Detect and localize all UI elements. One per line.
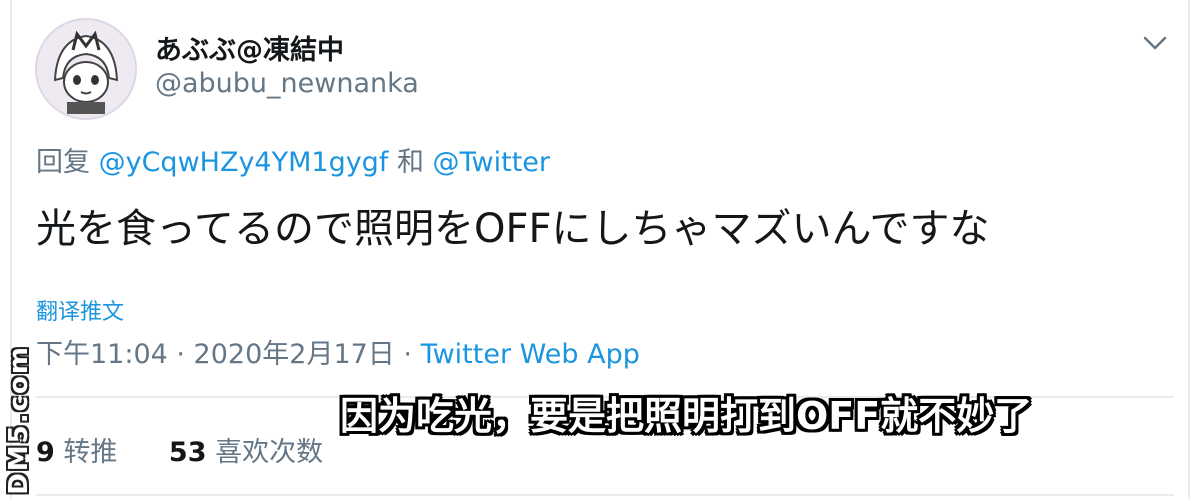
tweet-meta: 下午11:04 · 2020年2月17日 · Twitter Web App (36, 332, 640, 371)
card-border-right (1188, 0, 1190, 499)
tweet-card: あぶぶ@凍結中 @abubu_newnanka 回复 @yCqwHZy4YM1g… (0, 0, 1200, 499)
reply-twitter-link[interactable]: @Twitter (433, 147, 551, 178)
anime-avatar-icon (37, 20, 135, 118)
divider (36, 494, 1174, 496)
reply-context: 回复 @yCqwHZy4YM1gygf 和 @Twitter (36, 140, 550, 179)
like-count: 53 (168, 437, 207, 468)
translate-tweet-link[interactable]: 翻译推文 (36, 294, 124, 326)
like-label: 喜欢次数 (215, 437, 324, 468)
reply-and: 和 (396, 147, 424, 178)
avatar[interactable] (35, 18, 137, 120)
display-name[interactable]: あぶぶ@凍結中 (155, 28, 344, 67)
like-stat[interactable]: 53 喜欢次数 (169, 437, 323, 468)
chevron-down-icon[interactable] (1140, 30, 1170, 56)
site-watermark: DM5.com (4, 345, 34, 495)
reply-user-link[interactable]: @yCqwHZy4YM1gygf (99, 147, 389, 178)
tweet-timestamp[interactable]: 下午11:04 · 2020年2月17日 · (36, 339, 412, 370)
reply-prefix: 回复 (36, 147, 90, 178)
tweet-text: 光を食ってるので照明をOFFにしちゃマズいんですな (36, 206, 990, 252)
retweet-label: 转推 (63, 437, 118, 468)
subtitle-caption: 因为吃光，要是把照明打到OFF就不妙了 (340, 394, 1033, 438)
retweet-stat[interactable]: 9 转推 (36, 437, 126, 468)
tweet-stats: 9 转推 53 喜欢次数 (36, 430, 323, 469)
user-handle[interactable]: @abubu_newnanka (155, 68, 419, 99)
tweet-source-link[interactable]: Twitter Web App (421, 339, 640, 370)
